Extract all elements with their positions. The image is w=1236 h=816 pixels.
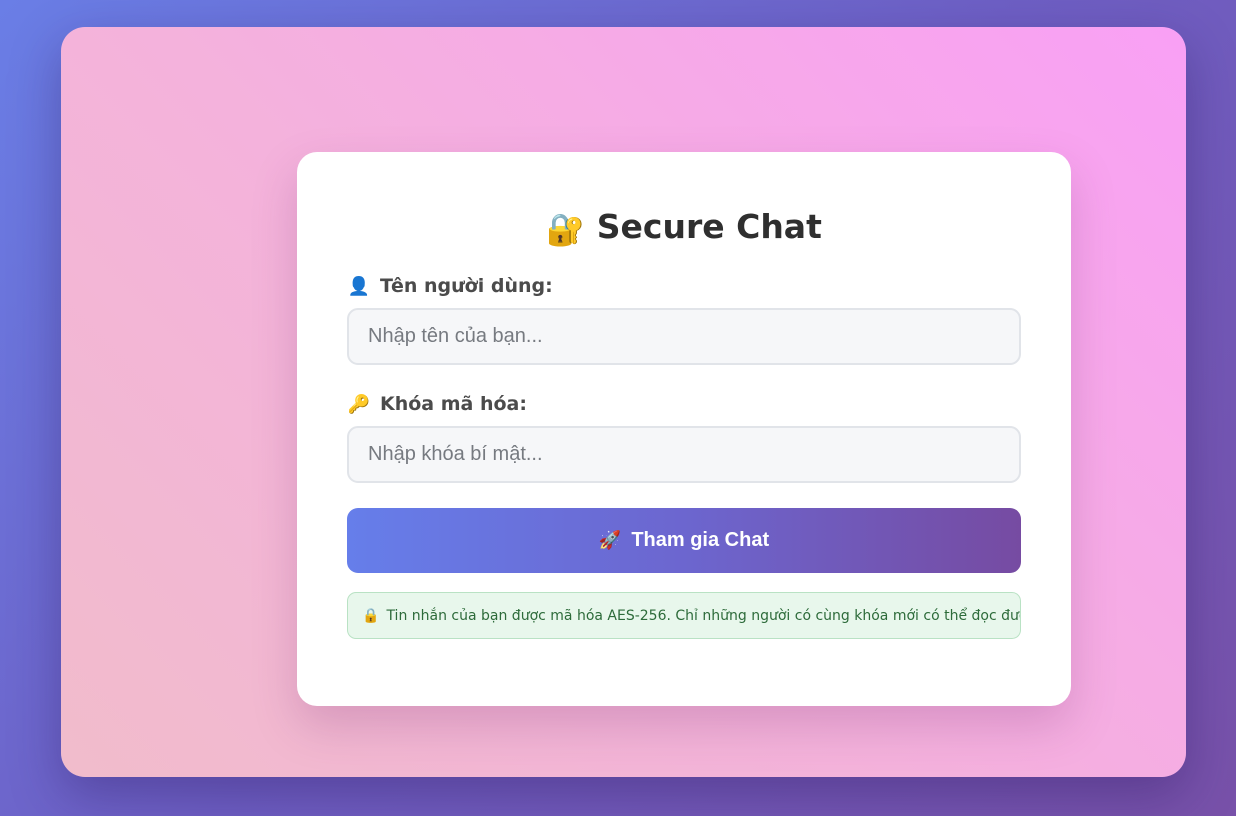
login-card: 🔐 Secure Chat 👤 Tên người dùng: 🔑 Khóa mã… bbox=[297, 152, 1071, 706]
key-label-text: Khóa mã hóa: bbox=[380, 393, 527, 415]
lock-key-icon: 🔐 bbox=[546, 212, 585, 248]
username-label-text: Tên người dùng: bbox=[380, 275, 553, 297]
lock-icon: 🔒 bbox=[362, 607, 380, 624]
app-window: 🔐 Secure Chat 👤 Tên người dùng: 🔑 Khóa mã… bbox=[61, 27, 1186, 777]
key-icon: 🔑 bbox=[347, 393, 371, 415]
username-label: 👤 Tên người dùng: bbox=[347, 271, 1021, 301]
rocket-icon: 🚀 bbox=[598, 530, 622, 550]
username-field-group: 👤 Tên người dùng: bbox=[347, 271, 1021, 365]
encryption-notice-text: Tin nhắn của bạn được mã hóa AES-256. Ch… bbox=[386, 607, 1021, 624]
join-chat-button-label: Tham gia Chat bbox=[631, 529, 770, 551]
page-title-text: Secure Chat bbox=[596, 207, 822, 246]
page-title: 🔐 Secure Chat bbox=[347, 152, 1021, 248]
key-label: 🔑 Khóa mã hóa: bbox=[347, 389, 1021, 419]
encryption-key-input[interactable] bbox=[347, 426, 1021, 483]
key-field-group: 🔑 Khóa mã hóa: bbox=[347, 389, 1021, 483]
username-input[interactable] bbox=[347, 308, 1021, 365]
join-chat-button[interactable]: 🚀 Tham gia Chat bbox=[347, 508, 1021, 573]
user-icon: 👤 bbox=[347, 275, 371, 297]
encryption-notice: 🔒 Tin nhắn của bạn được mã hóa AES-256. … bbox=[347, 592, 1021, 639]
